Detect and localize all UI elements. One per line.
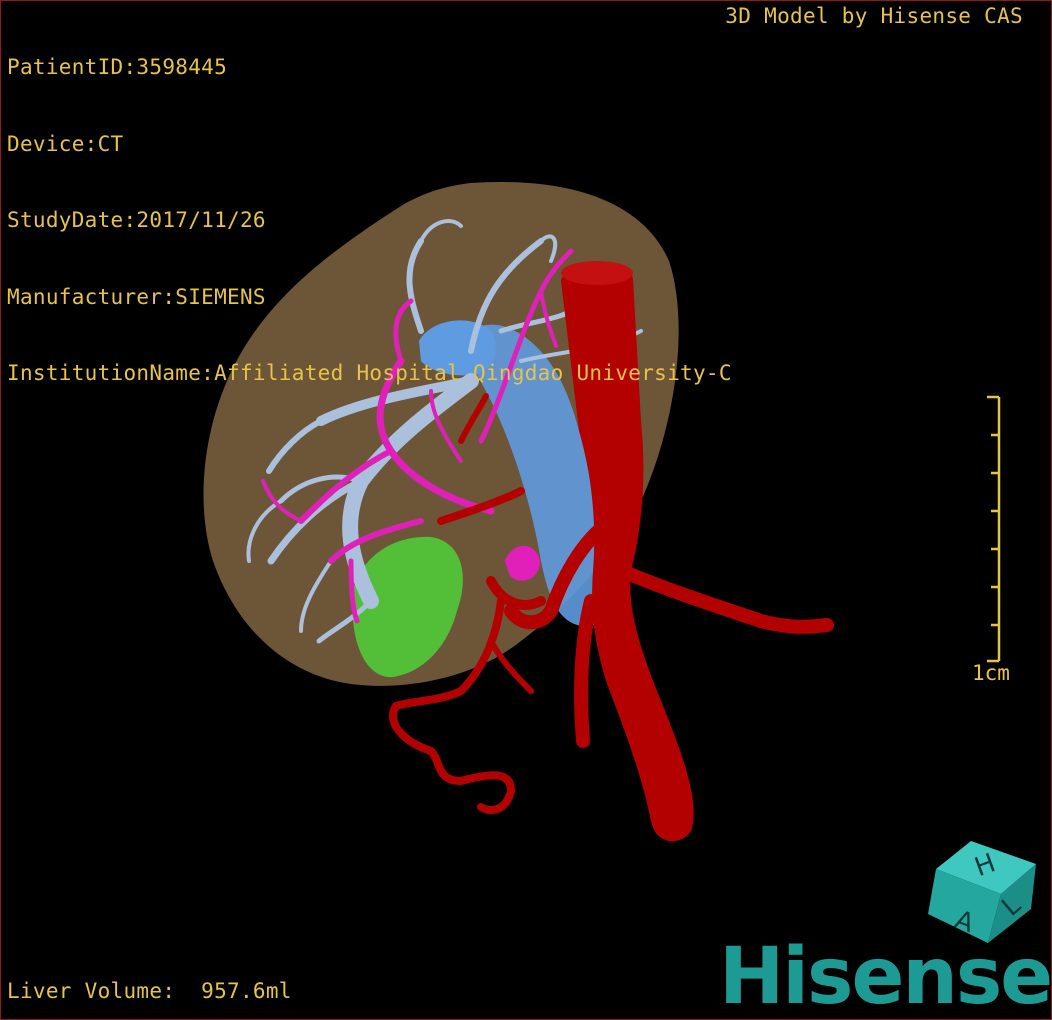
- device: Device:CT: [7, 131, 124, 156]
- scale-label: 1cm: [972, 661, 1010, 685]
- manufacturer: Manufacturer:SIEMENS: [7, 284, 266, 309]
- institution-name: InstitutionName:Affiliated Hospital Qing…: [7, 361, 732, 385]
- scale-bar-icon: [987, 395, 1001, 663]
- orientation-cube-icon[interactable]: H A L: [926, 839, 1041, 944]
- study-date: StudyDate:2017/11/26: [7, 208, 266, 232]
- model-credit: 3D Model by Hisense CAS: [725, 4, 1023, 28]
- 3d-viewport[interactable]: PatientID:3598445 Device:CT StudyDate:20…: [0, 0, 1052, 1020]
- hisense-logo: Hisense: [719, 932, 1052, 1020]
- patient-info-panel: PatientID:3598445 Device:CT StudyDate:20…: [7, 4, 732, 438]
- patient-id: PatientID:3598445: [7, 55, 228, 79]
- liver-volume: Liver Volume: 957.6ml: [7, 979, 292, 1003]
